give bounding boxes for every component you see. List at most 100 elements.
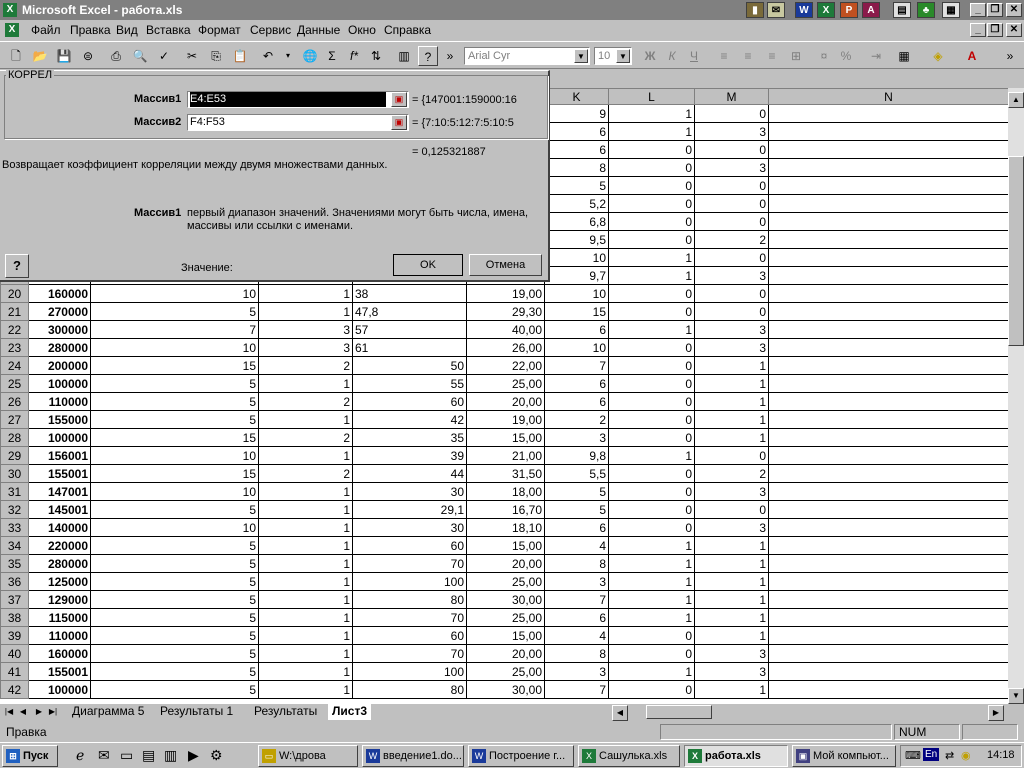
cell[interactable]: 1 bbox=[694, 680, 769, 699]
cell[interactable]: 30,00 bbox=[466, 590, 545, 609]
cell[interactable]: 3 bbox=[694, 158, 769, 177]
cell[interactable]: 5 bbox=[90, 608, 259, 627]
cell[interactable]: 3 bbox=[694, 266, 769, 285]
cell[interactable]: 0 bbox=[608, 428, 695, 447]
cell[interactable]: 145001 bbox=[28, 500, 91, 519]
cell[interactable]: 5,2 bbox=[544, 194, 609, 213]
cell[interactable]: 0 bbox=[608, 212, 695, 231]
cell[interactable]: 3 bbox=[694, 122, 769, 141]
office-shortcut-icon[interactable]: ▦ bbox=[942, 2, 960, 18]
hscroll-thumb[interactable] bbox=[646, 705, 712, 719]
cell[interactable]: 1 bbox=[608, 446, 695, 465]
word-icon[interactable]: W bbox=[795, 2, 813, 18]
cell[interactable]: 70 bbox=[352, 644, 467, 663]
cell[interactable]: 1 bbox=[258, 662, 353, 681]
cell[interactable]: 0 bbox=[608, 392, 695, 411]
cell[interactable]: 1 bbox=[694, 554, 769, 573]
row-header[interactable]: 39 bbox=[0, 626, 29, 645]
cell[interactable]: 155001 bbox=[28, 662, 91, 681]
cell[interactable]: 1 bbox=[694, 626, 769, 645]
ok-button[interactable]: OK bbox=[393, 254, 463, 276]
cell[interactable]: 0 bbox=[608, 644, 695, 663]
cell[interactable]: 8 bbox=[544, 644, 609, 663]
binder-icon[interactable]: ▤ bbox=[893, 2, 911, 18]
cell[interactable]: 20,00 bbox=[466, 644, 545, 663]
scroll-right-icon[interactable]: ▶ bbox=[988, 705, 1004, 721]
cell[interactable]: 5 bbox=[90, 302, 259, 321]
cell[interactable]: 4 bbox=[544, 626, 609, 645]
cell[interactable]: 3 bbox=[544, 662, 609, 681]
cell[interactable] bbox=[768, 590, 1008, 609]
merge-center-icon[interactable]: ⊞ bbox=[786, 46, 806, 66]
cell[interactable]: 3 bbox=[258, 338, 353, 357]
row-header[interactable]: 34 bbox=[0, 536, 29, 555]
cell[interactable]: 7 bbox=[90, 320, 259, 339]
cell[interactable]: 25,00 bbox=[466, 608, 545, 627]
cell[interactable]: 1 bbox=[694, 608, 769, 627]
cell[interactable]: 10 bbox=[90, 284, 259, 303]
cell[interactable]: 8 bbox=[544, 554, 609, 573]
row-header[interactable]: 38 bbox=[0, 608, 29, 627]
cell[interactable]: 1 bbox=[608, 266, 695, 285]
percent-button[interactable]: % bbox=[836, 46, 856, 66]
help-icon[interactable]: ? bbox=[418, 46, 438, 66]
underline-button[interactable]: Ч bbox=[684, 46, 704, 66]
cell[interactable] bbox=[768, 266, 1008, 285]
cancel-button[interactable]: Отмена bbox=[469, 254, 542, 276]
cell[interactable] bbox=[768, 356, 1008, 375]
paste-icon[interactable]: 📋 bbox=[230, 46, 250, 66]
row-header[interactable]: 37 bbox=[0, 590, 29, 609]
print-icon[interactable]: ⎙ bbox=[106, 46, 126, 66]
cell[interactable]: 156001 bbox=[28, 446, 91, 465]
more-buttons-icon[interactable]: » bbox=[440, 46, 460, 66]
row-header[interactable]: 24 bbox=[0, 356, 29, 375]
media-icon[interactable]: ▶ bbox=[188, 747, 199, 764]
cell[interactable]: 9,5 bbox=[544, 230, 609, 249]
row-header[interactable]: 41 bbox=[0, 662, 29, 681]
cell[interactable]: 5 bbox=[90, 662, 259, 681]
row-header[interactable]: 26 bbox=[0, 392, 29, 411]
row-header[interactable]: 29 bbox=[0, 446, 29, 465]
cell[interactable]: 1 bbox=[694, 536, 769, 555]
menu-window[interactable]: Окно bbox=[348, 23, 376, 37]
cell[interactable]: 5 bbox=[90, 626, 259, 645]
cell[interactable]: 110000 bbox=[28, 626, 91, 645]
mail-icon[interactable]: ✉ bbox=[767, 2, 785, 18]
excel-tray-icon[interactable]: X bbox=[817, 2, 835, 18]
lock-icon[interactable]: ⊜ bbox=[78, 46, 98, 66]
cell[interactable]: 3 bbox=[694, 482, 769, 501]
menu-edit[interactable]: Правка bbox=[70, 23, 111, 37]
cell[interactable]: 0 bbox=[608, 482, 695, 501]
cell[interactable]: 1 bbox=[608, 608, 695, 627]
cell[interactable]: 10 bbox=[90, 338, 259, 357]
cell[interactable]: 26,00 bbox=[466, 338, 545, 357]
cell[interactable]: 1 bbox=[258, 626, 353, 645]
cell[interactable]: 31,50 bbox=[466, 464, 545, 483]
cell[interactable]: 38 bbox=[352, 284, 467, 303]
cell[interactable]: 6 bbox=[544, 320, 609, 339]
task-button[interactable]: ▭ W:\дрова bbox=[258, 745, 358, 767]
scroll-thumb[interactable] bbox=[1008, 156, 1024, 346]
cell[interactable]: 6 bbox=[544, 392, 609, 411]
cell[interactable]: 1 bbox=[258, 482, 353, 501]
borders-icon[interactable]: ▦ bbox=[894, 46, 914, 66]
cell[interactable]: 10 bbox=[90, 446, 259, 465]
cell[interactable]: 2 bbox=[258, 464, 353, 483]
ie-icon[interactable]: ℯ bbox=[76, 747, 84, 764]
save-icon[interactable]: 💾 bbox=[54, 46, 74, 66]
cell[interactable]: 5,5 bbox=[544, 464, 609, 483]
cell[interactable]: 0 bbox=[608, 140, 695, 159]
cell[interactable]: 1 bbox=[694, 356, 769, 375]
row-header[interactable]: 36 bbox=[0, 572, 29, 591]
row-header[interactable]: 40 bbox=[0, 644, 29, 663]
cell[interactable]: 2 bbox=[544, 410, 609, 429]
cell[interactable] bbox=[768, 518, 1008, 537]
row-header[interactable]: 30 bbox=[0, 464, 29, 483]
column-header-n[interactable]: N bbox=[768, 88, 1008, 105]
cell[interactable]: 80 bbox=[352, 680, 467, 699]
cell[interactable]: 6 bbox=[544, 122, 609, 141]
cell[interactable]: 7 bbox=[544, 356, 609, 375]
cell[interactable]: 5 bbox=[90, 374, 259, 393]
cell[interactable]: 30,00 bbox=[466, 680, 545, 699]
cell[interactable] bbox=[768, 572, 1008, 591]
